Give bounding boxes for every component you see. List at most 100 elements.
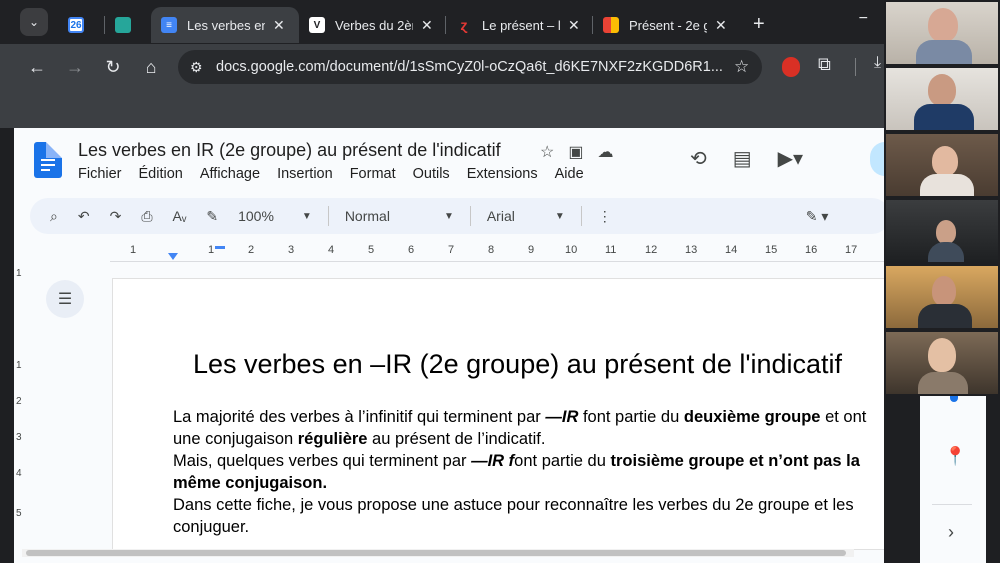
font-select[interactable]: Arial ▼: [477, 208, 575, 224]
ruler-number: 1: [130, 244, 137, 256]
participant-tile[interactable]: [886, 68, 998, 130]
docs-logo-icon[interactable]: [34, 142, 62, 178]
menu-outils[interactable]: Outils: [413, 166, 450, 182]
menu-insertion[interactable]: Insertion: [277, 166, 333, 182]
left-indent-marker[interactable]: [168, 253, 178, 260]
text-run: Dans cette fiche, je vous propose une as…: [173, 496, 854, 514]
tab-title: Le présent – l: [482, 17, 560, 33]
screen: ⌄ 26 ≡ Les verbes en ✕ V Verbes du 2èr ✕…: [0, 0, 1000, 563]
browser-bar-extension: [0, 90, 884, 128]
text-run: troisième groupe et n’ont pas la: [610, 452, 860, 470]
maps-pin-icon[interactable]: 📍: [944, 446, 966, 467]
text-run: au présent de l’indicatif.: [367, 430, 546, 448]
ruler-number: 3: [288, 244, 295, 256]
menu-affichage[interactable]: Affichage: [200, 166, 260, 182]
document-title[interactable]: Les verbes en IR (2e groupe) au présent …: [78, 140, 501, 161]
participant-tile[interactable]: [886, 2, 998, 64]
horizontal-ruler[interactable]: 1 1 2 3 4 5 6 7 8 9 10 11 12 13 14 15 16…: [110, 242, 884, 262]
url-text[interactable]: docs.google.com/document/d/1sSmCyZ0l-oCz…: [216, 59, 726, 75]
close-icon[interactable]: ✕: [421, 17, 433, 34]
tab-title: Présent - 2e g: [629, 17, 707, 33]
search-icon[interactable]: ⌕: [30, 208, 68, 225]
close-icon[interactable]: ✕: [273, 17, 285, 34]
tab-verbes[interactable]: V Verbes du 2èr ✕: [299, 7, 445, 43]
back-button[interactable]: ←: [18, 57, 56, 78]
cloud-status-icon[interactable]: ☁: [597, 142, 613, 162]
home-icon: ⌂: [145, 56, 157, 77]
menu-fichier[interactable]: Fichier: [78, 166, 122, 182]
toolbar-divider: [469, 206, 471, 226]
extensions-puzzle-icon[interactable]: ⧉: [818, 54, 831, 75]
outline-toggle-button[interactable]: ☰: [46, 280, 84, 318]
minimize-button[interactable]: −: [859, 10, 868, 28]
zoom-select[interactable]: 100% ▼: [228, 208, 322, 224]
menu-format[interactable]: Format: [350, 166, 396, 182]
first-line-indent-marker[interactable]: [215, 246, 225, 249]
comments-icon[interactable]: ▤: [733, 146, 752, 171]
participant-body: [918, 304, 972, 328]
menu-bar: Fichier Édition Affichage Insertion Form…: [78, 166, 584, 182]
tab-trello[interactable]: [105, 7, 151, 43]
home-button[interactable]: ⌂: [132, 57, 170, 78]
docs-side-panel: 📍 ›: [920, 396, 986, 563]
chevron-right-icon[interactable]: ›: [948, 522, 954, 543]
tab-strip: ⌄ 26 ≡ Les verbes en ✕ V Verbes du 2èr ✕…: [0, 0, 884, 44]
share-button[interactable]: [870, 142, 884, 176]
tab-search-button[interactable]: ⌄: [20, 8, 48, 36]
ruler-number: 15: [765, 244, 778, 256]
header-actions: ⟲ ▤ ▶▾: [690, 146, 803, 171]
more-options-icon[interactable]: ⋮: [588, 208, 622, 225]
menu-edition[interactable]: Édition: [139, 166, 183, 182]
participant-body: [918, 372, 968, 394]
meet-camera-icon[interactable]: ▶▾: [778, 146, 803, 171]
star-icon[interactable]: ☆: [540, 142, 554, 162]
side-panel-divider: [932, 504, 972, 505]
extension-red-icon[interactable]: [782, 57, 800, 77]
participant-tile[interactable]: [886, 200, 998, 262]
paint-format-icon[interactable]: ✎: [196, 208, 228, 225]
history-icon[interactable]: ⟲: [690, 146, 707, 171]
horizontal-scrollbar[interactable]: [22, 549, 854, 557]
close-icon[interactable]: ✕: [568, 17, 580, 34]
menu-extensions[interactable]: Extensions: [467, 166, 538, 182]
site-info-icon[interactable]: ⚙: [190, 59, 212, 76]
paragraph-line: Dans cette fiche, je vous propose une as…: [173, 494, 884, 516]
ruler-number: 10: [565, 244, 578, 256]
move-folder-icon[interactable]: ▣: [568, 142, 583, 162]
arrow-left-icon: ←: [28, 56, 46, 77]
spellcheck-icon[interactable]: Aᵥ: [163, 208, 197, 224]
bookmark-star-icon[interactable]: ☆: [734, 57, 749, 77]
tab-present[interactable]: ɀ Le présent – l ✕: [446, 7, 592, 43]
download-icon[interactable]: ⤓: [874, 54, 881, 72]
style-select[interactable]: Normal ▼: [335, 208, 464, 224]
participant-tile[interactable]: [886, 332, 998, 394]
new-tab-button[interactable]: +: [753, 13, 765, 36]
docs-app: Les verbes en IR (2e groupe) au présent …: [14, 128, 884, 563]
edit-mode-icon[interactable]: ✎ ▾: [796, 208, 839, 225]
paragraph-line: une conjugaison régulière au présent de …: [173, 428, 884, 450]
close-icon[interactable]: ✕: [715, 17, 727, 34]
paragraph-line: La majorité des verbes à l’infinitif qui…: [173, 406, 884, 428]
ruler-number: 8: [488, 244, 495, 256]
participant-tile[interactable]: [886, 266, 998, 328]
menu-aide[interactable]: Aide: [555, 166, 584, 182]
tab-title: Verbes du 2èr: [335, 17, 413, 33]
text-run: deuxième groupe: [683, 408, 821, 426]
forward-button[interactable]: →: [56, 57, 94, 78]
document-page[interactable]: Les verbes en –IR (2e groupe) au présent…: [112, 278, 884, 550]
tab-present-2e[interactable]: Présent - 2e g ✕: [593, 7, 739, 43]
participant-body: [920, 174, 974, 196]
undo-icon[interactable]: ↶: [68, 208, 100, 225]
tasks-icon[interactable]: [950, 396, 958, 402]
print-icon[interactable]: ⎙: [131, 208, 162, 225]
reload-button[interactable]: ↻: [94, 57, 132, 78]
text-run: La majorité des verbes à l’infinitif qui…: [173, 408, 546, 426]
redo-icon[interactable]: ↷: [100, 208, 132, 225]
ruler-number: 17: [845, 244, 858, 256]
scrollbar-thumb[interactable]: [26, 550, 846, 556]
tab-calendar[interactable]: 26: [58, 7, 104, 43]
participant-tile[interactable]: [886, 134, 998, 196]
vertical-ruler: 1 1 2 3 4 5: [14, 268, 28, 558]
tab-docs-active[interactable]: ≡ Les verbes en ✕: [151, 7, 299, 43]
address-bar[interactable]: ⚙ docs.google.com/document/d/1sSmCyZ0l-o…: [178, 50, 762, 84]
